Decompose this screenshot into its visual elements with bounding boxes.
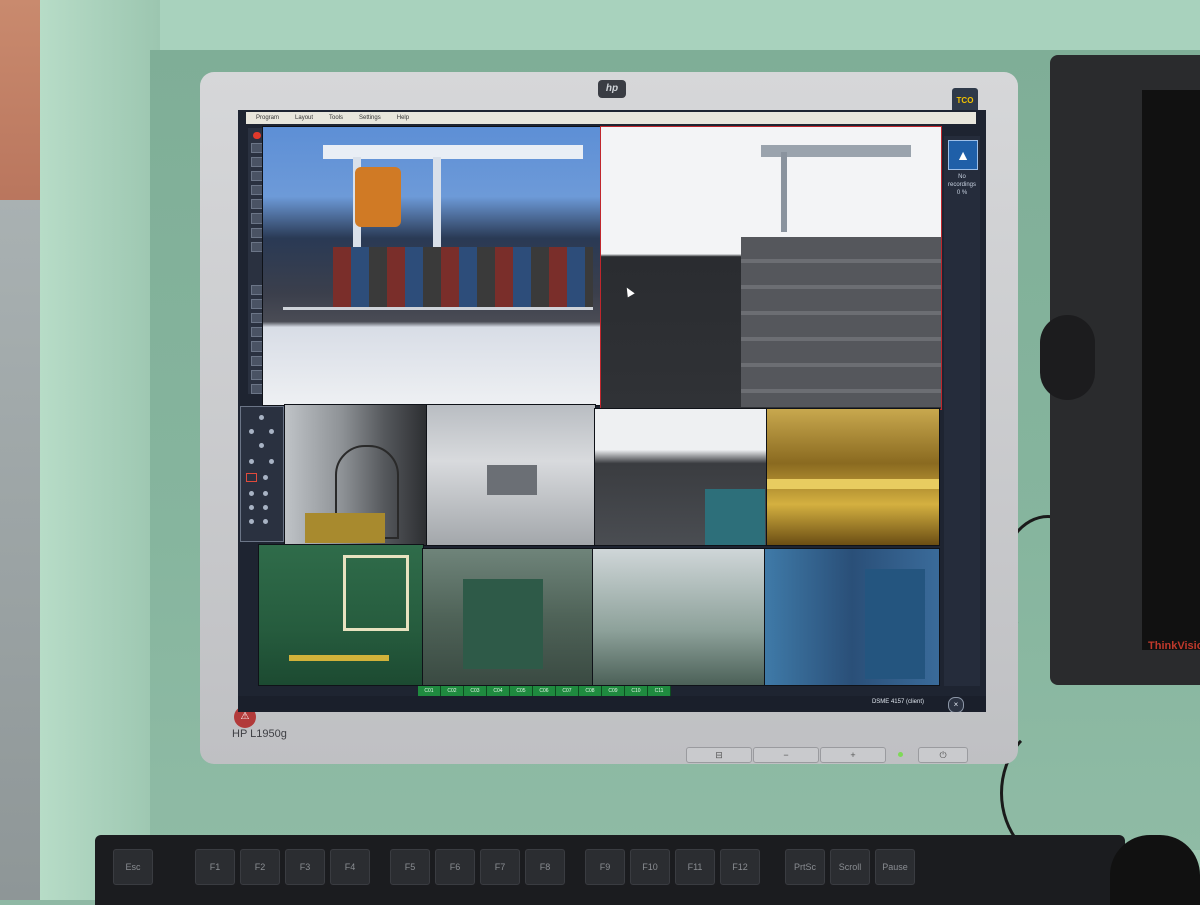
camera-view-5[interactable]	[594, 408, 768, 546]
tab-camera-08[interactable]: C08	[579, 686, 602, 696]
crane-structure	[781, 152, 787, 232]
key-f11[interactable]: F11	[675, 849, 715, 885]
key-f9[interactable]: F9	[585, 849, 625, 885]
recording-status-line2: recordings	[947, 182, 976, 188]
camera-view-2[interactable]	[600, 126, 942, 410]
container-stack	[741, 237, 941, 407]
side-monitor-stand	[1040, 315, 1095, 400]
tab-camera-04[interactable]: C04	[487, 686, 510, 696]
camera-view-9[interactable]	[592, 548, 766, 686]
key-printscreen[interactable]: PrtSc	[785, 849, 825, 885]
yellow-guard	[343, 555, 409, 631]
key-f5[interactable]: F5	[390, 849, 430, 885]
menu-settings[interactable]: Settings	[359, 115, 381, 121]
camera-view-1[interactable]	[262, 126, 602, 406]
machinery	[487, 465, 537, 495]
camera-view-3[interactable]	[284, 404, 428, 546]
preset-button[interactable]	[263, 475, 268, 480]
menu-help[interactable]: Help	[397, 115, 409, 121]
monitor-model-label: HP L1950g	[232, 728, 287, 740]
close-icon[interactable]: ×	[948, 697, 964, 712]
recording-icon[interactable]: ▲	[948, 140, 978, 170]
key-esc[interactable]: Esc	[113, 849, 153, 885]
tab-camera-05[interactable]: C05	[510, 686, 533, 696]
tab-camera-09[interactable]: C09	[602, 686, 625, 696]
yellow-line	[289, 655, 389, 661]
ptz-left[interactable]	[249, 429, 254, 434]
recording-status-percent: 0 %	[956, 190, 968, 196]
ptz-up[interactable]	[259, 415, 264, 420]
zoom-button[interactable]	[249, 459, 254, 464]
power-led	[898, 752, 903, 757]
camera-view-4[interactable]	[426, 404, 596, 546]
container-stack	[333, 247, 593, 307]
record-icon[interactable]	[253, 132, 261, 139]
crane-structure	[323, 145, 583, 159]
tab-camera-01[interactable]: C01	[418, 686, 441, 696]
camera-tab-strip: C01 C02 C03 C04 C05 C06 C07 C08 C09 C10 …	[418, 686, 671, 696]
key-f8[interactable]: F8	[525, 849, 565, 885]
side-monitor-brand: ThinkVision	[1148, 640, 1200, 652]
console-lip	[40, 0, 160, 900]
recording-status-line1: No	[958, 174, 966, 180]
key-f7[interactable]: F7	[480, 849, 520, 885]
monitor-button-minus[interactable]: −	[753, 747, 819, 763]
monitor-power-button[interactable]: ⏻	[918, 747, 968, 763]
zoom-button[interactable]	[269, 459, 274, 464]
recording-status-panel: ▲ No recordings 0 %	[944, 136, 980, 686]
key-f10[interactable]: F10	[630, 849, 670, 885]
preset-button[interactable]	[249, 505, 254, 510]
key-f1[interactable]: F1	[195, 849, 235, 885]
ptz-preset-selected[interactable]	[246, 473, 257, 482]
key-f3[interactable]: F3	[285, 849, 325, 885]
preset-button[interactable]	[263, 491, 268, 496]
key-f2[interactable]: F2	[240, 849, 280, 885]
ptz-right[interactable]	[269, 429, 274, 434]
mouse[interactable]	[1110, 835, 1200, 905]
camera-view-6[interactable]	[766, 408, 940, 546]
mouse-cursor	[623, 285, 635, 298]
monitor-button-plus[interactable]: +	[820, 747, 886, 763]
preset-button[interactable]	[263, 505, 268, 510]
tab-camera-03[interactable]: C03	[464, 686, 487, 696]
key-f4[interactable]: F4	[330, 849, 370, 885]
key-f6[interactable]: F6	[435, 849, 475, 885]
crane-structure	[433, 157, 441, 247]
menu-bar: Program Layout Tools Settings Help	[246, 112, 976, 124]
engine-pipes	[767, 479, 939, 489]
camera-view-7[interactable]	[258, 544, 424, 686]
status-text: DSME 4157 (client)	[871, 699, 924, 705]
railing	[283, 307, 593, 310]
blue-machinery	[865, 569, 925, 679]
container-stack	[705, 489, 765, 545]
key-pause[interactable]: Pause	[875, 849, 915, 885]
tab-camera-07[interactable]: C07	[556, 686, 579, 696]
ptz-down[interactable]	[259, 443, 264, 448]
side-monitor-screen	[1142, 90, 1200, 650]
keyboard: Esc F1 F2 F3 F4 F5 F6 F7 F8 F9 F10 F11 F…	[95, 835, 1125, 905]
camera-view-8[interactable]	[422, 548, 594, 686]
menu-tools[interactable]: Tools	[329, 115, 343, 121]
tab-camera-11[interactable]: C11	[648, 686, 671, 696]
monitor-button-input[interactable]: ⊟	[686, 747, 752, 763]
menu-program[interactable]: Program	[256, 115, 279, 121]
cctv-app-window: Program Layout Tools Settings Help ▲ No …	[238, 110, 986, 712]
tab-camera-10[interactable]: C10	[625, 686, 648, 696]
status-bar: DSME 4157 (client) ×	[238, 696, 986, 712]
preset-button[interactable]	[249, 491, 254, 496]
tab-camera-06[interactable]: C06	[533, 686, 556, 696]
camera-view-10[interactable]	[764, 548, 940, 686]
orange-equipment	[355, 167, 401, 227]
hp-logo: hp	[598, 80, 626, 98]
key-f12[interactable]: F12	[720, 849, 760, 885]
menu-layout[interactable]: Layout	[295, 115, 313, 121]
preset-button[interactable]	[263, 519, 268, 524]
key-scroll-lock[interactable]: Scroll	[830, 849, 870, 885]
yellow-floor	[305, 513, 385, 543]
engine-block	[463, 579, 543, 669]
ptz-control-panel[interactable]	[240, 406, 284, 542]
tab-camera-02[interactable]: C02	[441, 686, 464, 696]
preset-button[interactable]	[249, 519, 254, 524]
